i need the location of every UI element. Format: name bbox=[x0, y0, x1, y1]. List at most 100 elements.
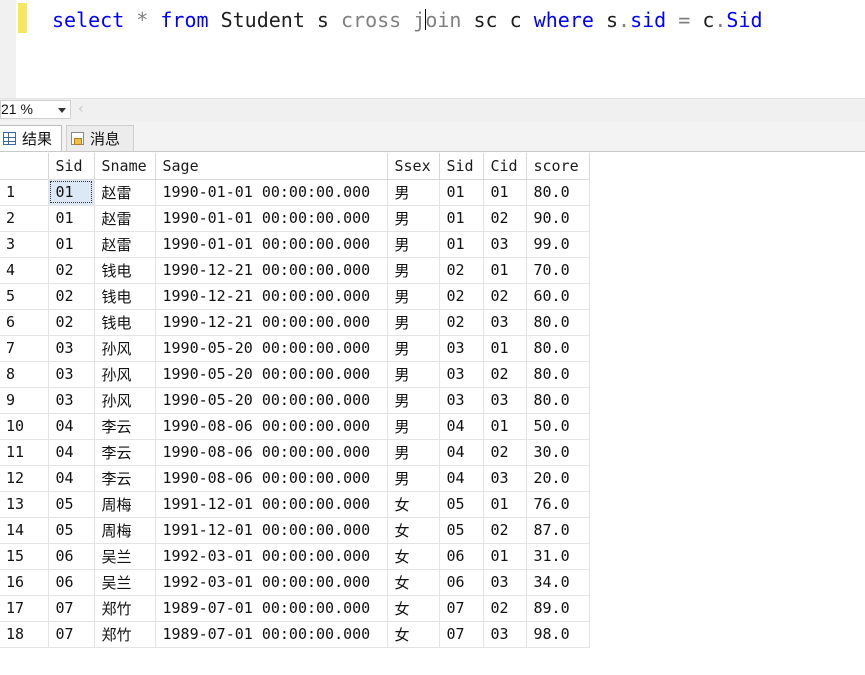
sql-editor[interactable]: select * from Student s cross join sc c … bbox=[0, 0, 865, 98]
row-number[interactable]: 14 bbox=[0, 517, 49, 544]
row-number[interactable]: 5 bbox=[0, 283, 49, 310]
table-cell[interactable]: 男 bbox=[387, 335, 440, 362]
table-cell[interactable]: 女 bbox=[387, 621, 440, 648]
table-cell[interactable]: 03 bbox=[483, 621, 527, 648]
table-cell[interactable]: 03 bbox=[483, 569, 527, 596]
table-cell[interactable]: 06 bbox=[439, 569, 484, 596]
table-cell[interactable]: 男 bbox=[387, 231, 440, 258]
table-cell[interactable]: 赵雷 bbox=[94, 231, 156, 258]
table-cell[interactable]: 女 bbox=[387, 569, 440, 596]
table-cell[interactable]: 1990-05-20 00:00:00.000 bbox=[155, 361, 388, 388]
table-cell[interactable]: 04 bbox=[439, 439, 484, 466]
table-cell[interactable]: 02 bbox=[483, 517, 527, 544]
column-header[interactable]: score bbox=[526, 153, 590, 180]
table-cell[interactable]: 李云 bbox=[94, 465, 156, 492]
row-number[interactable]: 16 bbox=[0, 569, 49, 596]
table-cell[interactable]: 01 bbox=[483, 257, 527, 284]
table-row[interactable]: 9 03 孙风 1990-05-20 00:00:00.000 男 03 03 80.0 bbox=[0, 387, 590, 414]
row-number[interactable]: 10 bbox=[0, 413, 49, 440]
table-cell[interactable]: 男 bbox=[387, 361, 440, 388]
table-cell[interactable]: 03 bbox=[483, 231, 527, 258]
row-number[interactable]: 11 bbox=[0, 439, 49, 466]
table-cell[interactable]: 02 bbox=[48, 257, 95, 284]
table-cell[interactable]: 1992-03-01 00:00:00.000 bbox=[155, 569, 388, 596]
table-cell[interactable]: 89.0 bbox=[526, 595, 590, 622]
table-cell[interactable]: 30.0 bbox=[526, 439, 590, 466]
table-cell[interactable]: 80.0 bbox=[526, 335, 590, 362]
table-cell[interactable]: 孙风 bbox=[94, 387, 156, 414]
table-cell[interactable]: 80.0 bbox=[526, 309, 590, 336]
table-row[interactable]: 10 04 李云 1990-08-06 00:00:00.000 男 04 01 50.0 bbox=[0, 413, 590, 440]
table-cell[interactable]: 80.0 bbox=[526, 179, 590, 206]
table-cell[interactable]: 02 bbox=[483, 361, 527, 388]
table-cell[interactable]: 04 bbox=[48, 439, 95, 466]
table-cell[interactable]: 02 bbox=[48, 309, 95, 336]
row-number[interactable]: 3 bbox=[0, 231, 49, 258]
table-cell[interactable]: 男 bbox=[387, 439, 440, 466]
table-row[interactable]: 17 07 郑竹 1989-07-01 00:00:00.000 女 07 02 89.0 bbox=[0, 595, 590, 622]
table-cell[interactable]: 03 bbox=[48, 387, 95, 414]
table-cell[interactable]: 04 bbox=[48, 465, 95, 492]
row-number[interactable]: 8 bbox=[0, 361, 49, 388]
table-cell[interactable]: 02 bbox=[439, 257, 484, 284]
table-cell[interactable]: 01 bbox=[48, 205, 95, 232]
column-header[interactable]: Cid bbox=[483, 153, 527, 180]
table-cell[interactable]: 90.0 bbox=[526, 205, 590, 232]
table-cell[interactable]: 06 bbox=[48, 569, 95, 596]
table-cell[interactable]: 03 bbox=[48, 335, 95, 362]
table-cell[interactable]: 03 bbox=[439, 387, 484, 414]
table-cell[interactable]: 05 bbox=[439, 491, 484, 518]
table-cell[interactable]: 钱电 bbox=[94, 309, 156, 336]
table-cell[interactable]: 男 bbox=[387, 257, 440, 284]
table-cell[interactable]: 03 bbox=[483, 465, 527, 492]
table-row[interactable]: 13 05 周梅 1991-12-01 00:00:00.000 女 05 01 76.0 bbox=[0, 491, 590, 518]
table-cell[interactable]: 04 bbox=[439, 413, 484, 440]
table-cell[interactable]: 06 bbox=[439, 543, 484, 570]
row-number[interactable]: 6 bbox=[0, 309, 49, 336]
table-cell[interactable]: 03 bbox=[439, 361, 484, 388]
table-cell[interactable]: 赵雷 bbox=[94, 179, 156, 206]
zoom-select[interactable]: 21 % bbox=[0, 100, 71, 119]
column-header[interactable]: Sid bbox=[48, 153, 95, 180]
sql-query-line[interactable]: select * from Student s cross join sc c … bbox=[52, 6, 763, 34]
table-row[interactable]: 16 06 吴兰 1992-03-01 00:00:00.000 女 06 03 34.0 bbox=[0, 569, 590, 596]
table-cell[interactable]: 05 bbox=[439, 517, 484, 544]
table-cell[interactable]: 07 bbox=[48, 621, 95, 648]
table-cell[interactable]: 50.0 bbox=[526, 413, 590, 440]
table-cell[interactable]: 男 bbox=[387, 309, 440, 336]
table-cell[interactable]: 01 bbox=[483, 335, 527, 362]
table-cell[interactable]: 80.0 bbox=[526, 361, 590, 388]
table-cell[interactable]: 1990-01-01 00:00:00.000 bbox=[155, 205, 388, 232]
table-cell[interactable]: 1990-12-21 00:00:00.000 bbox=[155, 309, 388, 336]
table-row[interactable]: 15 06 吴兰 1992-03-01 00:00:00.000 女 06 01 31.0 bbox=[0, 543, 590, 570]
table-row[interactable]: 8 03 孙风 1990-05-20 00:00:00.000 男 03 02 80.0 bbox=[0, 361, 590, 388]
table-cell[interactable]: 李云 bbox=[94, 413, 156, 440]
column-header[interactable]: Sid bbox=[439, 153, 484, 180]
table-cell[interactable]: 李云 bbox=[94, 439, 156, 466]
table-cell[interactable]: 01 bbox=[439, 179, 484, 206]
table-cell[interactable]: 男 bbox=[387, 387, 440, 414]
table-cell[interactable]: 05 bbox=[48, 491, 95, 518]
table-cell[interactable]: 98.0 bbox=[526, 621, 590, 648]
table-cell[interactable]: 03 bbox=[483, 309, 527, 336]
table-cell[interactable]: 赵雷 bbox=[94, 205, 156, 232]
table-cell[interactable]: 01 bbox=[483, 491, 527, 518]
table-cell[interactable]: 女 bbox=[387, 543, 440, 570]
table-row[interactable]: 7 03 孙风 1990-05-20 00:00:00.000 男 03 01 80.0 bbox=[0, 335, 590, 362]
row-number[interactable]: 1 bbox=[0, 179, 49, 206]
table-cell[interactable]: 女 bbox=[387, 595, 440, 622]
table-cell[interactable]: 吴兰 bbox=[94, 543, 156, 570]
table-cell[interactable]: 80.0 bbox=[526, 387, 590, 414]
table-cell[interactable]: 02 bbox=[48, 283, 95, 310]
table-cell[interactable]: 1990-05-20 00:00:00.000 bbox=[155, 387, 388, 414]
table-row[interactable]: 11 04 李云 1990-08-06 00:00:00.000 男 04 02 30.0 bbox=[0, 439, 590, 466]
row-number[interactable]: 18 bbox=[0, 621, 49, 648]
table-cell[interactable]: 02 bbox=[439, 309, 484, 336]
table-row[interactable]: 2 01 赵雷 1990-01-01 00:00:00.000 男 01 02 90.0 bbox=[0, 205, 590, 232]
table-row[interactable]: 3 01 赵雷 1990-01-01 00:00:00.000 男 01 03 99.0 bbox=[0, 231, 590, 258]
table-cell[interactable]: 1990-05-20 00:00:00.000 bbox=[155, 335, 388, 362]
table-cell[interactable]: 01 bbox=[439, 205, 484, 232]
table-cell[interactable]: 76.0 bbox=[526, 491, 590, 518]
table-cell[interactable]: 03 bbox=[483, 387, 527, 414]
table-cell[interactable]: 郑竹 bbox=[94, 595, 156, 622]
